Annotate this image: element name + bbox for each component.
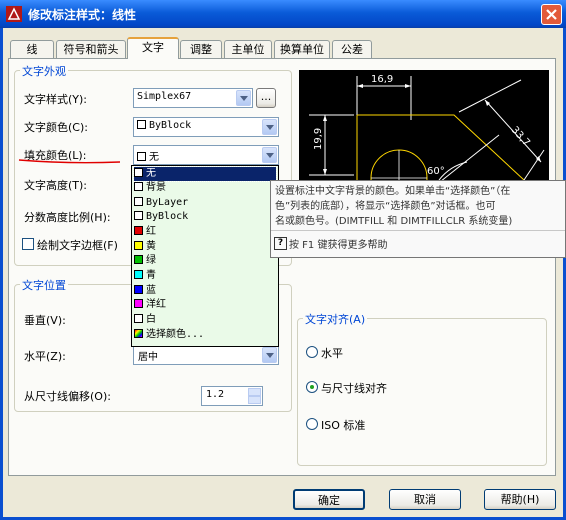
dropdown-item-green[interactable]: 绿 xyxy=(134,254,276,268)
close-button[interactable] xyxy=(541,4,562,25)
color-swatch xyxy=(134,241,143,250)
dropdown-item-label: 青 xyxy=(146,270,156,281)
preview-dim-top: 16,9 xyxy=(371,74,393,85)
red-underline-annotation xyxy=(18,159,121,164)
color-swatch xyxy=(134,255,143,264)
align-horizontal-label[interactable]: 水平 xyxy=(321,345,343,361)
horizontal-label: 水平(Z): xyxy=(24,350,66,363)
help-tooltip: 设置标注中文字背景的颜色。如果单击“选择颜色”（在 色”列表的底部），将显示“选… xyxy=(270,180,566,258)
chevron-down-icon[interactable] xyxy=(262,147,277,163)
fill-color-value: 无 xyxy=(149,152,159,163)
text-color-value: ByBlock xyxy=(149,120,192,131)
dropdown-item-label: 洋红 xyxy=(146,299,166,310)
text-color-select[interactable]: ByBlock xyxy=(133,117,279,137)
ok-button[interactable]: 确定 xyxy=(293,489,365,510)
tooltip-line-1: 设置标注中文字背景的颜色。如果单击“选择颜色”（在 xyxy=(275,186,511,197)
text-alignment-title: 文字对齐(A) xyxy=(303,311,368,327)
fill-color-dropdown-list: 无 背景 ByLayer ByBlock 红 黄 绿 青 蓝 洋红 白 选择颜色… xyxy=(131,165,279,347)
tab-alternate-units[interactable]: 换算单位 xyxy=(274,40,330,58)
dropdown-item-label: 黄 xyxy=(146,241,156,252)
color-wheel-icon xyxy=(134,329,143,338)
close-icon xyxy=(546,9,557,20)
help-button[interactable]: 帮助(H) xyxy=(484,489,556,510)
color-swatch xyxy=(134,285,143,294)
text-style-value: Simplex67 xyxy=(137,91,192,102)
dropdown-item-byblock[interactable]: ByBlock xyxy=(134,210,276,224)
window-title: 修改标注样式：线性 xyxy=(28,8,137,22)
chevron-down-icon[interactable] xyxy=(262,119,277,135)
dropdown-item-magenta[interactable]: 洋红 xyxy=(134,298,276,312)
dropdown-item-none[interactable]: 无 xyxy=(133,166,277,182)
text-position-title: 文字位置 xyxy=(20,277,68,293)
text-appearance-title: 文字外观 xyxy=(20,63,68,79)
align-with-dimline-radio[interactable] xyxy=(306,381,318,393)
text-style-label: 文字样式(Y): xyxy=(24,93,88,106)
dropdown-item-label: 无 xyxy=(146,168,156,179)
dropdown-item-bylayer[interactable]: ByLayer xyxy=(134,196,276,210)
dropdown-item-label: 蓝 xyxy=(146,285,156,296)
preview-angle: 60° xyxy=(427,166,445,177)
preview-dim-left: 19,9 xyxy=(313,128,324,150)
color-swatch xyxy=(137,152,146,161)
text-color-label: 文字颜色(C): xyxy=(24,121,88,134)
help-icon: ? xyxy=(274,237,287,250)
offset-spinner[interactable]: 1.2 xyxy=(201,386,263,406)
color-swatch xyxy=(134,197,143,206)
fraction-height-label: 分数高度比例(H): xyxy=(24,211,111,224)
chevron-down-icon[interactable] xyxy=(262,347,277,363)
spin-down-icon[interactable] xyxy=(248,396,261,404)
offset-label: 从尺寸线偏移(O): xyxy=(24,390,111,403)
dropdown-item-label: 红 xyxy=(146,226,156,237)
dropdown-item-select-color[interactable]: 选择颜色... xyxy=(134,328,276,342)
draw-frame-label[interactable]: 绘制文字边框(F) xyxy=(37,237,118,253)
color-swatch xyxy=(134,182,143,191)
align-iso-label[interactable]: ISO 标准 xyxy=(321,417,365,433)
tooltip-line-2: 色”列表的底部），将显示“选择颜色”对话框。也可 xyxy=(275,201,496,212)
dropdown-item-cyan[interactable]: 青 xyxy=(134,269,276,283)
dropdown-item-white[interactable]: 白 xyxy=(134,313,276,327)
horizontal-select[interactable]: 居中 xyxy=(133,345,279,365)
tab-fit[interactable]: 调整 xyxy=(180,40,222,58)
dropdown-item-blue[interactable]: 蓝 xyxy=(134,284,276,298)
color-swatch xyxy=(134,211,143,220)
color-swatch xyxy=(134,168,143,177)
tab-text[interactable]: 文字 xyxy=(127,37,179,59)
spin-up-icon[interactable] xyxy=(248,388,261,396)
dropdown-item-background[interactable]: 背景 xyxy=(134,181,276,195)
browse-text-style-button[interactable]: ... xyxy=(256,88,276,108)
offset-value: 1.2 xyxy=(206,389,225,400)
tooltip-help-text: 按 F1 键获得更多帮助 xyxy=(289,240,388,251)
tab-symbols-arrows[interactable]: 符号和箭头 xyxy=(56,40,126,58)
color-swatch xyxy=(134,270,143,279)
dropdown-item-label: 选择颜色... xyxy=(146,329,205,340)
dropdown-item-label: 背景 xyxy=(146,182,166,193)
tab-tolerances[interactable]: 公差 xyxy=(332,40,372,58)
color-swatch xyxy=(134,314,143,323)
vertical-label: 垂直(V): xyxy=(24,314,66,327)
text-style-select[interactable]: Simplex67 xyxy=(133,88,253,108)
dropdown-item-label: ByLayer xyxy=(146,197,189,208)
dropdown-item-label: 白 xyxy=(146,314,156,325)
chevron-down-icon[interactable] xyxy=(236,90,251,106)
color-swatch xyxy=(137,120,146,129)
cancel-button[interactable]: 取消 xyxy=(389,489,461,510)
tab-lines[interactable]: 线 xyxy=(10,40,54,58)
align-horizontal-radio[interactable] xyxy=(306,346,318,358)
tooltip-line-3: 名或颜色号。(DIMTFILL 和 DIMTFILLCLR 系统变量) xyxy=(275,216,513,227)
dropdown-item-label: 绿 xyxy=(146,255,156,266)
tab-primary-units[interactable]: 主单位 xyxy=(224,40,272,58)
align-iso-radio[interactable] xyxy=(306,418,318,430)
horizontal-value: 居中 xyxy=(138,352,158,363)
fill-color-select[interactable]: 无 xyxy=(133,145,279,165)
tooltip-divider xyxy=(271,230,565,231)
color-swatch xyxy=(134,226,143,235)
align-with-dimline-label[interactable]: 与尺寸线对齐 xyxy=(321,380,387,396)
color-swatch xyxy=(134,299,143,308)
text-height-label: 文字高度(T): xyxy=(24,179,88,192)
dropdown-item-yellow[interactable]: 黄 xyxy=(134,240,276,254)
autocad-app-icon xyxy=(6,6,22,22)
draw-frame-checkbox[interactable] xyxy=(22,238,34,250)
dropdown-item-red[interactable]: 红 xyxy=(134,225,276,239)
dropdown-item-label: ByBlock xyxy=(146,211,189,222)
